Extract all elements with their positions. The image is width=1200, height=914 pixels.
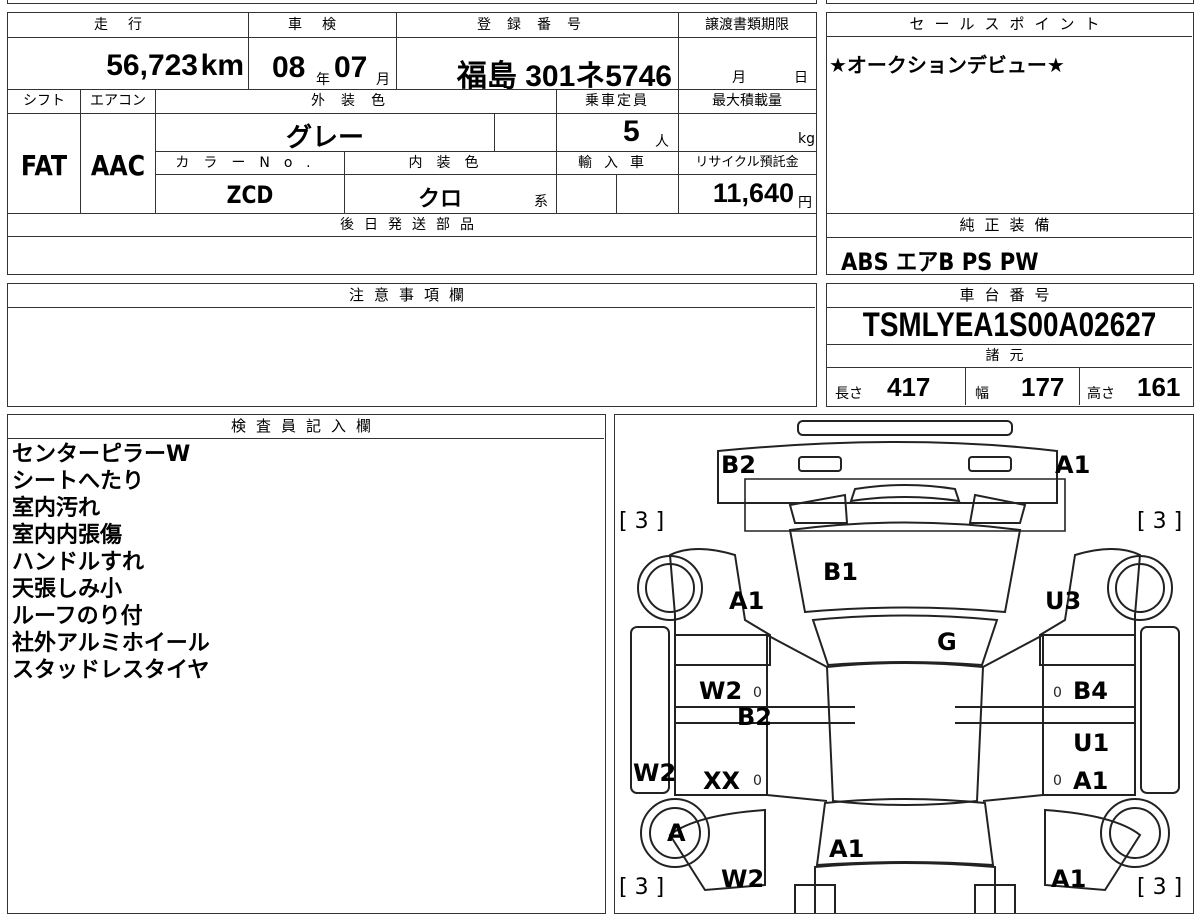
inspector-note-item: 社外アルミホイール	[12, 631, 210, 656]
inspector-note-item: ルーフのり付	[12, 604, 143, 629]
color-no-value: ZCD	[226, 181, 274, 209]
inspector-box: 検査員記入欄 センターピラーW シートへたり 室内汚れ 室内内張傷 ハンドルすれ 天張しみ…	[7, 414, 606, 914]
sales-point-box: セールスポイント ★オークションデビュー★	[826, 12, 1194, 214]
svg-text:0: 0	[1053, 685, 1062, 701]
inspector-notes: センターピラーW シートへたり 室内汚れ 室内内張傷 ハンドルすれ 天張しみ小 ルーフのり付…	[12, 441, 210, 684]
damage-windshield: G	[937, 628, 957, 656]
damage-left-front-door: W2	[699, 677, 743, 705]
length-label: 長さ	[835, 386, 863, 402]
damage-left-fender: A1	[729, 587, 765, 615]
inspector-note-item: センターピラーW	[12, 442, 191, 467]
damage-hood: B1	[823, 558, 858, 586]
svg-text:0: 0	[753, 685, 762, 701]
genuine-equipment-box: 純正装備 ABS エアB PS PW	[826, 213, 1194, 276]
info-table: 走行 車検 登録番号 譲渡書類期限 56,723 km 08 年 07 月 福島…	[7, 12, 817, 275]
mileage-label: 走行	[94, 17, 162, 33]
damage-left-rear-door: XX	[703, 767, 741, 795]
width-label: 幅	[975, 386, 989, 402]
width-value: 177	[1021, 372, 1065, 402]
exterior-value: グレー	[285, 123, 364, 153]
later-parts-label: 後日発送部品	[340, 217, 484, 233]
car-diagram-box: 0 0 0 0 [ 3 ] [ 3 ] [ 3 ] [ 3 ] B2 A1 B1…	[614, 414, 1194, 914]
chassis-number: TSMLYEA1S00A02627	[862, 306, 1157, 344]
sales-point-text: ★オークションデビュー★	[829, 53, 1065, 77]
length-value: 417	[887, 372, 931, 402]
damage-right-rear-upper: U1	[1073, 729, 1110, 757]
aircon-value: AAC	[90, 149, 146, 182]
recycle-value: 11,640 円	[712, 178, 812, 211]
interior-unit: 系	[534, 194, 548, 210]
max-load-unit: kg	[798, 131, 815, 147]
damage-left-sill: W2	[633, 759, 677, 787]
aircon-label: エアコン	[90, 93, 146, 109]
height-value: 161	[1137, 372, 1181, 402]
tire-top-right: [ 3 ]	[1137, 509, 1183, 534]
spec-label: 諸元	[985, 348, 1034, 364]
transfer-deadline-label: 譲渡書類期限	[705, 17, 789, 33]
damage-right-front-door: B4	[1073, 677, 1108, 705]
chassis-label: 車台番号	[827, 284, 1192, 308]
svg-text:0: 0	[753, 773, 762, 789]
recycle-label: リサイクル預託金	[695, 155, 799, 170]
color-no-label: カラーNo.	[175, 155, 325, 171]
car-diagram: 0 0 0 0	[630, 420, 1180, 913]
interior-label: 内装色	[408, 155, 493, 171]
damage-right-fender: U3	[1045, 587, 1082, 615]
shift-label: シフト	[23, 93, 65, 109]
genuine-equipment-label: 純正装備	[827, 214, 1192, 238]
shaken-value: 08 年 07 月	[272, 51, 390, 88]
damage-rear-left: W2	[721, 865, 765, 893]
damage-trunk: A1	[829, 835, 865, 863]
max-load-label: 最大積載量	[712, 93, 782, 109]
caution-box: 注意事項欄	[7, 283, 817, 407]
chassis-box: 車台番号 TSMLYEA1S00A02627 諸元 長さ 417 幅 177 高…	[826, 283, 1194, 407]
inspector-note-item: 天張しみ小	[12, 577, 123, 602]
height-label: 高さ	[1087, 386, 1115, 402]
shift-value: FAT	[20, 149, 68, 182]
caution-label: 注意事項欄	[8, 284, 815, 308]
inspector-note-item: シートへたり	[12, 469, 145, 494]
transfer-deadline-value: 月 日	[732, 70, 808, 86]
tire-top-left: [ 3 ]	[619, 509, 665, 534]
tire-bottom-left: [ 3 ]	[619, 875, 665, 900]
exterior-label: 外装色	[311, 93, 401, 109]
inspector-note-item: 室内内張傷	[12, 523, 123, 548]
top-cutoff-row	[7, 0, 817, 4]
top-cutoff-right	[826, 0, 1194, 4]
inspector-note-item: スタッドレスタイヤ	[12, 658, 210, 683]
damage-front-left: B2	[721, 451, 756, 479]
capacity-label: 乗車定員	[585, 93, 649, 109]
damage-left-rear-wheel: A	[667, 819, 686, 847]
tire-bottom-right: [ 3 ]	[1137, 875, 1183, 900]
damage-right-rear-door: A1	[1073, 767, 1109, 795]
damage-front-right: A1	[1055, 451, 1091, 479]
inspector-note-item: ハンドルすれ	[12, 550, 145, 575]
shaken-label: 車検	[288, 17, 356, 33]
import-label: 輸入車	[578, 155, 656, 171]
mileage-value: 56,723 km	[106, 49, 244, 82]
genuine-equipment-text: ABS エアB PS PW	[841, 248, 1039, 276]
inspector-label: 検査員記入欄	[8, 415, 604, 439]
interior-value: クロ	[417, 187, 462, 212]
capacity-value: 5 人	[623, 115, 669, 150]
damage-left-center: B2	[737, 703, 772, 731]
sales-point-label: セールスポイント	[827, 13, 1192, 37]
damage-rear-right: A1	[1051, 865, 1087, 893]
svg-text:0: 0	[1053, 773, 1062, 789]
registration-label: 登録番号	[477, 17, 597, 33]
inspector-note-item: 室内汚れ	[12, 496, 101, 521]
